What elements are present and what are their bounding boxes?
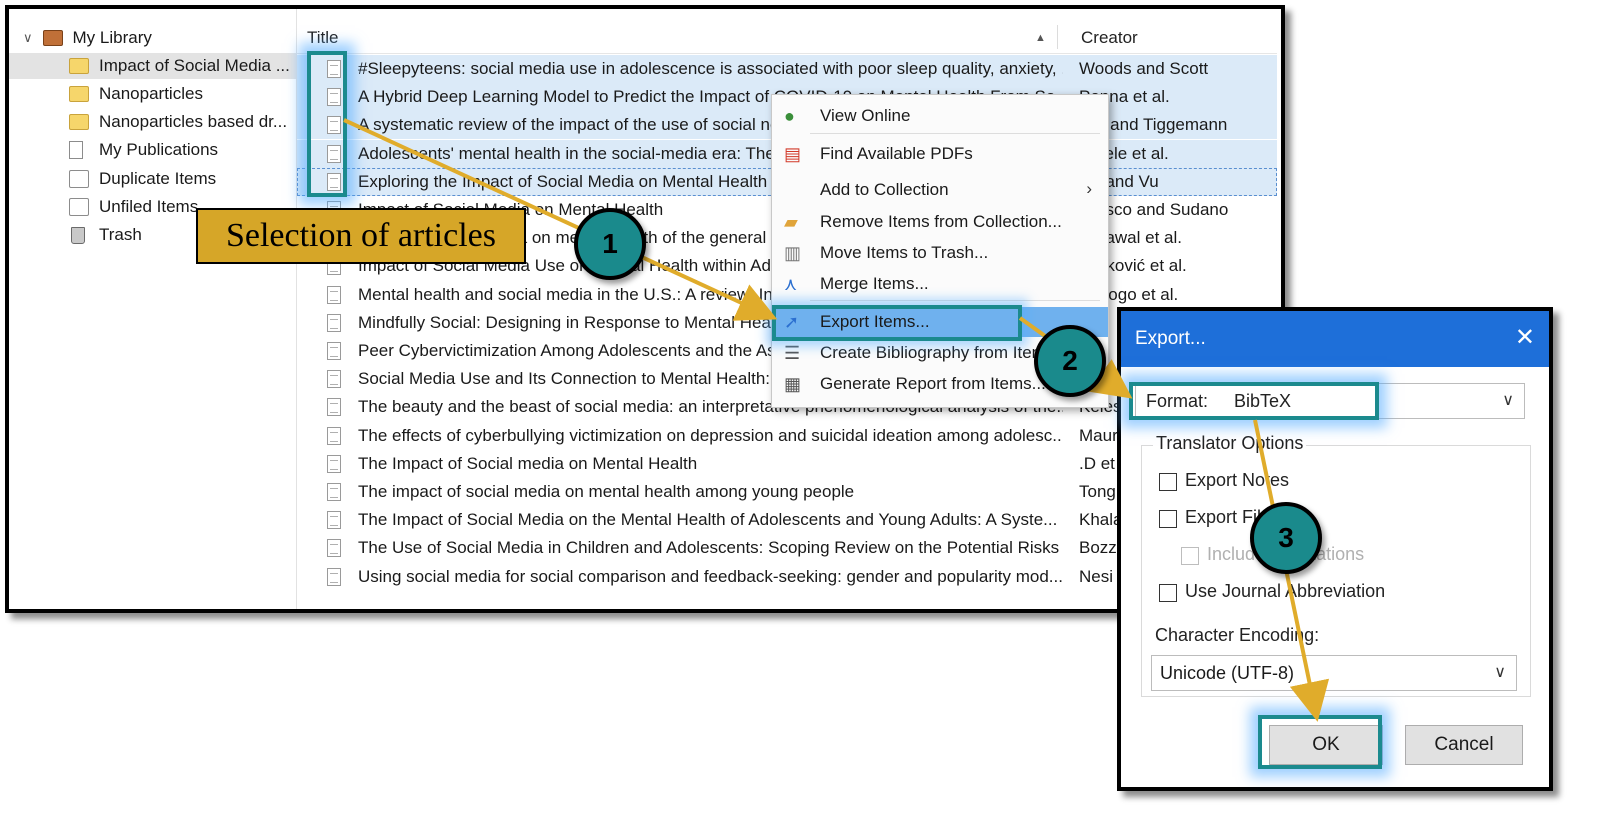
callout-selection-of-articles: Selection of articles — [196, 208, 526, 264]
step-badge-1: 1 — [574, 208, 646, 280]
step-badge-3: 3 — [1250, 502, 1322, 574]
step-badge-2: 2 — [1034, 325, 1106, 397]
annotation-arrows — [343, 118, 1330, 722]
